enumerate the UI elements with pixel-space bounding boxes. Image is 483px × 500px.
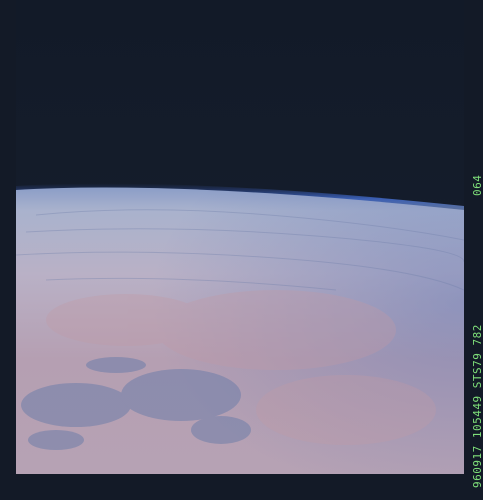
frame-number: 064	[471, 174, 483, 196]
film-frame: 064 960917 105449 STS79 782	[0, 0, 483, 500]
earth-photo	[16, 0, 464, 474]
film-data-strip: 960917 105449 STS79 782	[471, 324, 483, 488]
